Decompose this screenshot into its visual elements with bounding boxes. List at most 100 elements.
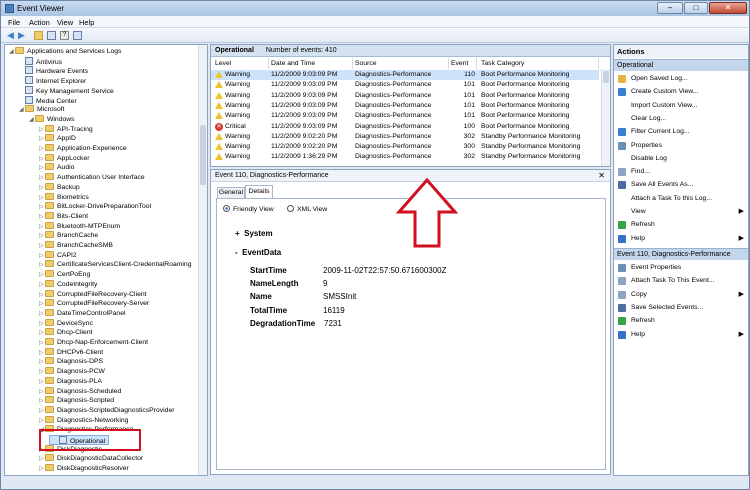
tree-item[interactable]: ▷ BitLocker-DrivePreparationTool — [39, 202, 151, 212]
help-icon[interactable]: ? — [60, 31, 69, 40]
tree-item[interactable]: ▷ Application-Experience — [39, 144, 127, 154]
action-item[interactable]: Refresh — [614, 314, 748, 327]
tree-item[interactable]: ▷ Audio — [39, 163, 74, 173]
forward-arrow-icon[interactable]: ▶ — [17, 31, 26, 40]
action-item[interactable]: Create Custom View... — [614, 85, 748, 98]
event-row[interactable]: Warning 11/2/2009 9:03:09 PM Diagnostics-P… — [211, 91, 599, 101]
tree-item[interactable]: ▷ CertificateServicesClient-CredentialRoa… — [39, 260, 191, 270]
tree-item[interactable]: ▷ Bits-Client — [39, 211, 88, 222]
action-item[interactable]: Refresh — [614, 218, 748, 231]
col-source[interactable]: Source — [355, 58, 449, 69]
events-scrollbar[interactable] — [601, 69, 610, 166]
tree-item[interactable]: ▷ DiskDiagnosticDataCollector — [39, 454, 143, 464]
tree-item[interactable]: ▷ Diagnosis-DPS — [39, 357, 103, 367]
tree-item[interactable]: ▷ AppID — [39, 134, 76, 144]
action-item[interactable]: Open Saved Log... — [614, 72, 748, 85]
tree-scrollbar[interactable] — [198, 45, 207, 475]
action-item[interactable]: Help ▶ — [614, 232, 748, 245]
tree-item[interactable]: Media Center — [19, 95, 77, 106]
event-row[interactable]: Warning 11/2/2009 9:02:20 PM Diagnostics-P… — [211, 132, 599, 142]
tab-general[interactable]: General — [217, 187, 245, 198]
action-pane-icon[interactable] — [73, 31, 82, 40]
action-item[interactable]: View ▶ — [614, 205, 748, 218]
tree-item[interactable]: ▷ Diagnosis-Scheduled — [39, 386, 121, 397]
action-item[interactable]: Attach Task To This Event... — [614, 274, 748, 287]
col-event-id[interactable]: Event ID — [451, 58, 477, 78]
tree-item[interactable]: ▷ Biometrics — [39, 192, 89, 203]
tree-item[interactable]: ▷ DateTimeControlPanel — [39, 308, 126, 319]
eventdata-collapse-icon[interactable]: - — [235, 248, 238, 257]
tree-item[interactable]: ▷ BranchCacheSMB — [39, 241, 113, 251]
tree-item[interactable]: ▷ DiskDiagnosticResolver — [39, 464, 129, 474]
event-row[interactable]: Warning 11/2/2009 9:03:09 PM Diagnostics-P… — [211, 101, 599, 111]
menu-view[interactable]: View — [57, 18, 73, 27]
action-item[interactable]: Save Selected Events... — [614, 301, 748, 314]
show-tree-icon[interactable] — [47, 31, 56, 40]
tree-item[interactable]: ▷ Diagnosis-Scripted — [39, 396, 114, 406]
system-section[interactable]: + System — [235, 229, 273, 238]
event-row[interactable]: Warning 11/2/2009 9:03:09 PM Diagnostics-P… — [211, 80, 599, 90]
event-row[interactable]: Warning 11/2/2009 9:03:09 PM Diagnostics-P… — [211, 70, 599, 80]
event-row[interactable]: Warning 11/2/2009 9:03:09 PM Diagnostics-P… — [211, 111, 599, 121]
tree-item[interactable]: ▷ DHCPv6-Client — [39, 347, 103, 358]
event-row[interactable]: Warning 11/2/2009 9:02:20 PM Diagnostics-P… — [211, 142, 599, 152]
action-item[interactable]: Event Properties — [614, 261, 748, 274]
col-task-category[interactable]: Task Category — [481, 58, 599, 69]
tree-item[interactable]: ◢ Microsoft — [19, 105, 65, 115]
action-item[interactable]: Save All Events As... — [614, 178, 748, 191]
menu-help[interactable]: Help — [79, 18, 94, 27]
col-date[interactable]: Date and Time — [271, 58, 353, 69]
tree-item[interactable]: ▷ API-Tracing — [39, 124, 93, 135]
tree-scroll-thumb[interactable] — [200, 125, 206, 185]
tree-item[interactable]: Internet Explorer — [19, 76, 86, 86]
action-item[interactable]: Help ▶ — [614, 328, 748, 341]
xml-view-radio[interactable]: XML View — [287, 205, 327, 213]
eventdata-section[interactable]: - EventData — [235, 248, 281, 257]
tree-item[interactable]: ▷ Authentication User Interface — [39, 173, 145, 183]
action-item[interactable]: Copy ▶ — [614, 288, 748, 301]
events-scroll-thumb[interactable] — [603, 71, 609, 83]
event-row[interactable]: ✕ Critical 11/2/2009 9:03:09 PM Diagnostics… — [211, 122, 599, 132]
system-expand-icon[interactable]: + — [235, 229, 240, 238]
tree-item[interactable]: ▷ CertPoEng — [39, 270, 90, 280]
tree-item[interactable]: ▷ AppLocker — [39, 153, 90, 164]
tree-item[interactable]: ▷ Dhcp-Nap-Enforcement-Client — [39, 338, 148, 348]
action-item[interactable]: Attach a Task To this Log... — [614, 192, 748, 205]
tree-item[interactable]: ▷ Dhcp-Client — [39, 328, 93, 338]
tree-item[interactable]: ▷ Diagnostics-Networking — [39, 415, 128, 426]
tab-details[interactable]: Details — [245, 185, 273, 198]
tree-item[interactable]: ▷ BranchCache — [39, 231, 98, 241]
tree-item[interactable]: ▷ CorruptedFileRecovery-Client — [39, 289, 147, 300]
tree-item[interactable]: ▷ Backup — [39, 182, 80, 193]
action-item[interactable]: Clear Log... — [614, 112, 748, 125]
tree-item[interactable]: Antivirus — [19, 56, 62, 67]
friendly-view-radio[interactable]: Friendly View — [223, 205, 274, 213]
action-item[interactable]: Properties — [614, 139, 748, 152]
tree-item[interactable]: Key Management Service — [19, 85, 114, 96]
action-item[interactable]: Filter Current Log... — [614, 125, 748, 138]
tree-item[interactable]: ▷ Diagnosis-ScriptedDiagnosticsProvider — [39, 405, 175, 416]
folder-up-icon[interactable] — [34, 31, 43, 40]
actions-section-operational[interactable]: Operational — [614, 59, 748, 71]
back-arrow-icon[interactable]: ◀ — [6, 31, 15, 40]
close-button[interactable]: ✕ — [709, 2, 747, 14]
tree-item[interactable]: ▷ DeviceSync — [39, 318, 93, 329]
tree-item[interactable]: ▷ Diagnosis-PLA — [39, 376, 102, 387]
action-item[interactable]: Import Custom View... — [614, 99, 748, 112]
tree-item[interactable]: ▷ Bluetooth-MTPEnum — [39, 221, 120, 232]
event-row[interactable]: Warning 11/2/2009 1:36:29 PM Diagnostics-P… — [211, 152, 599, 162]
tree-item[interactable]: ▷ CorruptedFileRecovery-Server — [39, 299, 149, 309]
tree-item[interactable]: ▷ CodeIntegrity — [39, 279, 97, 290]
tree-item[interactable]: ◢ Windows — [29, 114, 75, 125]
tree-item[interactable]: ▷ Diagnosis-PCW — [39, 367, 105, 377]
tree-item[interactable]: Hardware Events — [19, 66, 88, 76]
minimize-button[interactable]: – — [657, 2, 683, 14]
close-detail-icon[interactable]: ✕ — [598, 170, 605, 182]
tree-item[interactable]: ◢ Applications and Services Logs — [9, 47, 121, 57]
action-item[interactable]: Disable Log — [614, 152, 748, 165]
menu-action[interactable]: Action — [29, 18, 50, 27]
actions-section-event[interactable]: Event 110, Diagnostics-Performance — [614, 248, 748, 260]
col-level[interactable]: Level — [215, 58, 269, 69]
action-item[interactable]: Find... — [614, 165, 748, 178]
tree-item[interactable]: ▷ CAPI2 — [39, 250, 77, 261]
